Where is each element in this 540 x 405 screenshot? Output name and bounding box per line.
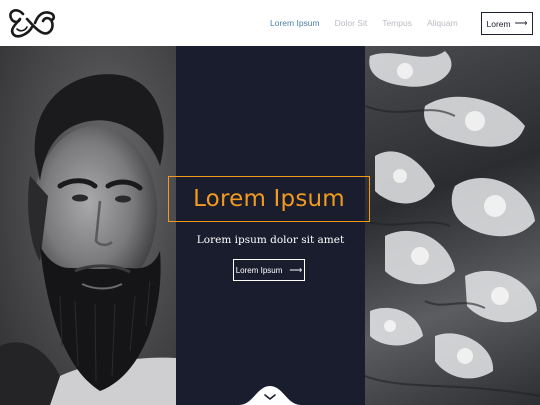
header-cta-button[interactable]: Lorem ⟶ bbox=[481, 12, 533, 35]
header-cta-label: Lorem bbox=[486, 18, 511, 29]
top-header: Lorem Ipsum Dolor Sit Tempus Aliquam Lor… bbox=[0, 0, 540, 46]
hero-cta-label: Lorem Ipsum bbox=[235, 265, 283, 275]
scroll-down-button[interactable] bbox=[239, 382, 301, 405]
portrait-image bbox=[0, 46, 176, 405]
nav-item-aliquam[interactable]: Aliquam bbox=[427, 18, 458, 28]
nav-item-lorem-ipsum[interactable]: Lorem Ipsum bbox=[270, 18, 320, 28]
hero-section: Lorem Ipsum Lorem ipsum dolor sit amet L… bbox=[0, 46, 540, 405]
hero-subtitle: Lorem ipsum dolor sit amet bbox=[196, 234, 345, 246]
nav-item-tempus[interactable]: Tempus bbox=[382, 18, 412, 28]
hero-title: Lorem Ipsum bbox=[193, 186, 345, 212]
center-dark-panel bbox=[176, 46, 365, 405]
hero-title-box: Lorem Ipsum bbox=[168, 176, 370, 222]
hero-cta-button[interactable]: Lorem Ipsum ⟶ bbox=[233, 259, 305, 281]
arrow-right-icon: ⟶ bbox=[289, 264, 303, 275]
waves-image bbox=[365, 46, 540, 405]
main-nav: Lorem Ipsum Dolor Sit Tempus Aliquam bbox=[270, 0, 473, 46]
ampersand-logo-icon[interactable] bbox=[5, 5, 57, 39]
nav-item-dolor-sit[interactable]: Dolor Sit bbox=[335, 18, 368, 28]
arrow-right-icon: ⟶ bbox=[514, 18, 528, 28]
